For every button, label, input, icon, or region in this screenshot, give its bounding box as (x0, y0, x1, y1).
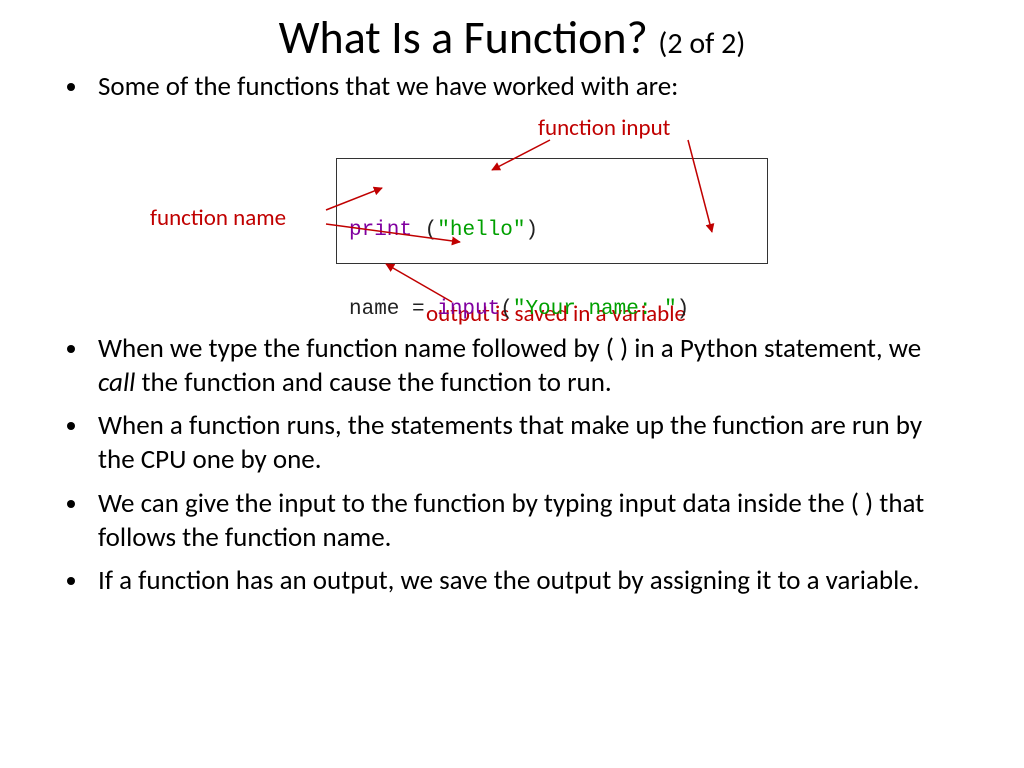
annotation-function-name: function name (150, 204, 286, 232)
bottom-bullet-list: When we type the function name followed … (60, 332, 964, 598)
slide-title: What Is a Function? (2 of 2) (60, 10, 964, 66)
top-bullet-list: Some of the functions that we have worke… (60, 70, 964, 104)
bullet-item: If a function has an output, we save the… (90, 564, 964, 598)
code-arg-yourname: "Your name: " (513, 298, 677, 321)
bullet-emph: call (98, 366, 135, 399)
code-paren-close: ) (525, 219, 538, 242)
bullet-item: When a function runs, the statements tha… (90, 409, 964, 477)
bullet-text: the function and cause the function to r… (135, 366, 611, 399)
title-sub: (2 of 2) (658, 25, 745, 62)
slide: What Is a Function? (2 of 2) Some of the… (0, 0, 1024, 768)
bullet-item: Some of the functions that we have worke… (90, 70, 964, 104)
code-paren: ( (412, 219, 437, 242)
code-box: print ("hello") name = input("Your name:… (336, 158, 768, 264)
title-main: What Is a Function? (279, 10, 648, 66)
code-paren2: ( (500, 298, 513, 321)
code-diagram: function input function name output is s… (60, 114, 964, 332)
code-arg-hello: "hello" (437, 219, 525, 242)
code-fn-print: print (349, 219, 412, 242)
bullet-item: We can give the input to the function by… (90, 487, 964, 555)
annotation-function-input: function input (538, 114, 670, 142)
code-paren-close2: ) (677, 298, 690, 321)
code-assign: name = (349, 298, 437, 321)
code-fn-input: input (437, 298, 500, 321)
bullet-text: When we type the function name followed … (98, 332, 921, 365)
bullet-item: When we type the function name followed … (90, 332, 964, 400)
